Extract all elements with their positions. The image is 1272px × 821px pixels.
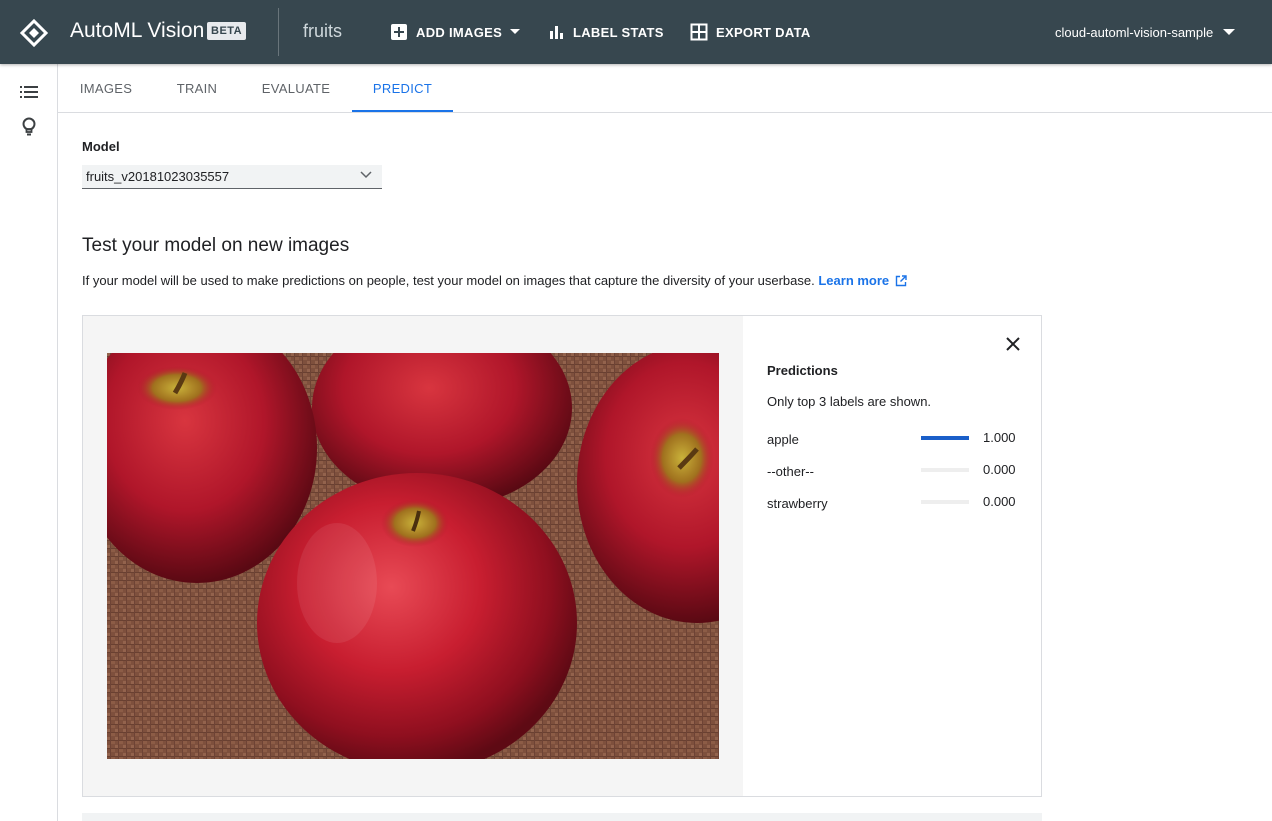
learn-more-link[interactable]: Learn more: [818, 273, 907, 288]
add-images-button[interactable]: ADD IMAGES: [390, 0, 521, 64]
section-description: If your model will be used to make predi…: [82, 273, 907, 288]
learn-more-label: Learn more: [818, 273, 890, 288]
close-icon[interactable]: [1003, 334, 1023, 354]
model-select[interactable]: fruits_v20181023035557: [82, 165, 382, 189]
prediction-card: Predictions Only top 3 labels are shown.…: [82, 315, 1042, 797]
dropdown-arrow-icon: [510, 29, 521, 34]
prediction-label: --other--: [767, 464, 814, 479]
chevron-down-icon: [360, 171, 372, 179]
prediction-bar-fill: [921, 436, 969, 440]
app-title: AutoML Vision: [70, 19, 205, 42]
prediction-bar: [921, 436, 969, 440]
dataset-name: fruits: [303, 21, 343, 41]
external-link-icon: [895, 275, 907, 287]
top-app-bar: AutoML Vision BETA fruits ADD IMAGES LAB…: [0, 0, 1272, 64]
image-panel: [83, 316, 743, 796]
header-divider: [278, 8, 279, 56]
tab-evaluate[interactable]: EVALUATE: [240, 64, 352, 112]
prediction-score: 1.000: [983, 430, 1016, 445]
prediction-label: strawberry: [767, 496, 828, 511]
prediction-row: strawberry 0.000: [767, 494, 1027, 514]
predictions-title: Predictions: [767, 363, 838, 378]
chevron-down-icon: [1223, 29, 1236, 35]
export-data-label: EXPORT DATA: [716, 24, 811, 40]
label-stats-button[interactable]: LABEL STATS: [549, 0, 664, 64]
prediction-score: 0.000: [983, 494, 1016, 509]
export-data-button[interactable]: EXPORT DATA: [690, 0, 811, 64]
model-label: Model: [82, 139, 120, 154]
predictions-subtitle: Only top 3 labels are shown.: [767, 394, 932, 409]
left-nav-rail: [0, 64, 58, 821]
active-tab-indicator: [352, 110, 453, 112]
tab-images[interactable]: IMAGES: [58, 64, 154, 112]
uploaded-image-apples: [107, 353, 719, 759]
list-icon[interactable]: [19, 82, 39, 102]
tab-bar: IMAGES TRAIN EVALUATE PREDICT: [58, 64, 1272, 113]
lightbulb-icon[interactable]: [19, 117, 39, 137]
description-text: If your model will be used to make predi…: [82, 273, 815, 288]
beta-badge: BETA: [207, 22, 247, 40]
label-stats-label: LABEL STATS: [573, 24, 664, 40]
next-card-edge: [82, 813, 1042, 821]
prediction-bar: [921, 500, 969, 504]
prediction-bar: [921, 468, 969, 472]
prediction-row: --other-- 0.000: [767, 462, 1027, 482]
model-select-value: fruits_v20181023035557: [86, 169, 230, 184]
project-name: cloud-automl-vision-sample: [1055, 24, 1214, 40]
prediction-label: apple: [767, 432, 799, 447]
prediction-score: 0.000: [983, 462, 1016, 477]
add-box-icon: [391, 24, 407, 40]
tab-train[interactable]: TRAIN: [154, 64, 240, 112]
grid-icon: [690, 23, 708, 41]
section-title: Test your model on new images: [82, 235, 350, 256]
automl-logo-icon[interactable]: [19, 18, 49, 48]
add-images-label: ADD IMAGES: [416, 24, 503, 40]
project-selector[interactable]: cloud-automl-vision-sample: [1055, 0, 1236, 64]
bar-chart-icon: [550, 26, 563, 39]
tab-predict[interactable]: PREDICT: [352, 64, 453, 112]
prediction-row: apple 1.000: [767, 430, 1027, 450]
